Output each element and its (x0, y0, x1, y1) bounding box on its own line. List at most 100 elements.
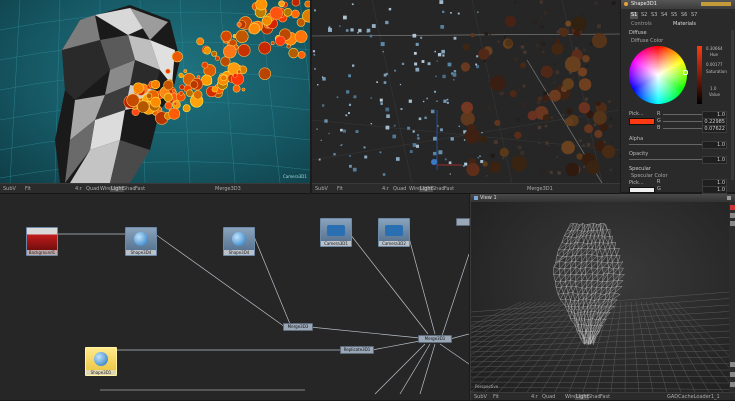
node-camera3d2[interactable]: Camera3D2 (378, 218, 410, 247)
tl-toolbar-shad[interactable]: Shad (123, 186, 136, 192)
node-background1-label: Background1 (27, 250, 57, 255)
v1-toolbar-4r[interactable]: 4:r (531, 394, 538, 400)
picker-sat-label: Saturation (706, 69, 727, 74)
channel-b-slider[interactable] (663, 128, 703, 129)
channel-r-label: R (657, 111, 661, 117)
picker-hue-label: Hue (710, 52, 719, 57)
tab-s2[interactable]: S2 (641, 13, 647, 18)
inspector-scrollbar[interactable] (731, 30, 734, 180)
color-wheel-cursor-icon (683, 70, 688, 75)
tab-s1[interactable]: S1 (630, 12, 639, 19)
v1-toolbar-subv[interactable]: SubV (474, 394, 487, 400)
inspector-header: Shape3D1 (621, 0, 735, 9)
tab-s3[interactable]: S3 (651, 13, 657, 18)
channel-g-slider[interactable] (663, 121, 703, 122)
view1-side-btn-1[interactable] (730, 205, 735, 210)
camera3d1-icon (327, 225, 345, 236)
diffuse-color-swatch[interactable] (629, 118, 655, 125)
alpha-slider[interactable] (629, 144, 703, 145)
spec-r-label: R (657, 179, 661, 185)
view1-header: View 1 (471, 194, 735, 202)
view1-side-btn-2[interactable] (730, 213, 735, 218)
node-merge3d3[interactable]: Merge3D3 (283, 323, 313, 331)
inspector-toggle-icon[interactable] (624, 2, 628, 6)
node-shape3d4-b[interactable]: Shape3D4 (223, 227, 255, 256)
tab-s7[interactable]: S7 (691, 13, 697, 18)
section-specular[interactable]: Specular (629, 167, 651, 172)
tl-toolbar-fast[interactable]: Fast (135, 186, 145, 192)
opacity-input[interactable]: 1.0 (702, 156, 727, 164)
node-offscreen[interactable] (456, 218, 470, 226)
view1-title: View 1 (480, 195, 497, 201)
node-shape3d4-a[interactable]: Shape3D4 (125, 227, 157, 256)
view1-side-btn-5[interactable] (730, 372, 735, 377)
inspector-title: Shape3D1 (631, 1, 657, 7)
tm-toolbar-fast[interactable]: Fast (444, 186, 454, 192)
opacity-slider[interactable] (629, 159, 703, 160)
tm-toolbar-shad[interactable]: Shad (432, 186, 445, 192)
tl-center-label: Merge3D3 (215, 186, 241, 192)
tm-toolbar-fit[interactable]: Fit (337, 186, 343, 192)
camera3d2-icon (385, 225, 403, 236)
tm-toolbar-4r[interactable]: 4:r (382, 186, 389, 192)
tl-toolbar-subv[interactable]: SubV (3, 186, 16, 192)
view1-close-icon[interactable] (727, 196, 731, 200)
color-wheel[interactable] (629, 46, 687, 104)
node-shape3d4-b-label: Shape3D4 (224, 250, 254, 255)
view1-side-toolbar (729, 202, 735, 392)
tl-toolbar-4r[interactable]: 4:r (75, 186, 82, 192)
flow-editor[interactable]: Background1 Shape3D4 Shape3D4 Camera3D1 … (0, 194, 470, 400)
picker-val-value: 1.0 (710, 86, 717, 91)
node-merge3d1[interactable]: Merge3D1 (418, 335, 452, 343)
view1-side-btn-6[interactable] (730, 382, 735, 387)
channel-r-slider[interactable] (663, 114, 703, 115)
spec-g-input[interactable]: 1.0 (702, 186, 727, 194)
tab-s5[interactable]: S5 (671, 13, 677, 18)
picker-val-label: Value (709, 92, 720, 97)
section-diffuse[interactable]: Diffuse (629, 31, 647, 36)
node-camera3d1[interactable]: Camera3D1 (320, 218, 352, 247)
section-specular-color: Specular Color (631, 173, 668, 179)
v1-toolbar-shad[interactable]: Shad (588, 394, 601, 400)
subtab-materials[interactable]: Materials (673, 22, 696, 27)
tm-toolbar-quad[interactable]: Quad (393, 186, 406, 192)
tl-toolbar-fit[interactable]: Fit (25, 186, 31, 192)
tab-s4[interactable]: S4 (661, 13, 667, 18)
opacity-label: Opacity (629, 151, 649, 157)
node-background1[interactable]: Background1 (26, 227, 58, 256)
node-replicate3d1[interactable]: Replicate3D1 (340, 346, 374, 354)
inspector-accent-bar (701, 2, 731, 6)
inspector-subtabs: Controls Materials (621, 21, 735, 28)
view1-side-btn-4[interactable] (730, 362, 735, 367)
subtab-controls[interactable]: Controls (631, 22, 652, 27)
alpha-input[interactable]: 1.0 (702, 141, 727, 149)
tl-toolbar-quad[interactable]: Quad (86, 186, 99, 192)
node-shape3d4-a-label: Shape3D4 (126, 250, 156, 255)
channel-b-label: B (657, 125, 661, 131)
diffuse-pick-button[interactable]: Pick... (629, 112, 644, 117)
viewport-top-left-toolbar: SubV Fit 4:r Quad Wire Light Shad Fast M… (0, 183, 310, 194)
value-bar[interactable] (697, 46, 702, 104)
viewport-top-left[interactable]: Camera3D1 (0, 0, 310, 183)
viewport-top-mid[interactable] (312, 0, 620, 183)
specular-pick-button[interactable]: Pick... (629, 181, 644, 186)
view1-viewport[interactable]: Perspective (471, 202, 729, 392)
inspector-panel: Shape3D1 S1 S2 S3 S4 S5 S6 S7 Controls M… (621, 0, 735, 194)
alpha-label: Alpha (629, 136, 644, 142)
node-camera3d2-label: Camera3D2 (379, 241, 409, 246)
v1-toolbar-quad[interactable]: Quad (542, 394, 555, 400)
node-shape3d1[interactable]: Shape3D1 (85, 347, 117, 376)
viewport-top-mid-scene (312, 0, 620, 183)
shape3d4-b-icon (232, 232, 246, 246)
picker-sat-value: 0.00177 (706, 62, 723, 67)
view1-side-btn-3[interactable] (730, 221, 735, 226)
specular-color-swatch[interactable] (629, 187, 655, 193)
channel-b-input[interactable]: 0.07622 (702, 125, 727, 133)
v1-toolbar-fast[interactable]: Fast (600, 394, 610, 400)
shape3d4-a-icon (134, 232, 148, 246)
v1-toolbar-fit[interactable]: Fit (493, 394, 499, 400)
tab-s6[interactable]: S6 (681, 13, 687, 18)
inspector-tabs: S1 S2 S3 S4 S5 S6 S7 (624, 11, 734, 19)
tm-toolbar-subv[interactable]: SubV (315, 186, 328, 192)
view1-icon (474, 196, 478, 200)
